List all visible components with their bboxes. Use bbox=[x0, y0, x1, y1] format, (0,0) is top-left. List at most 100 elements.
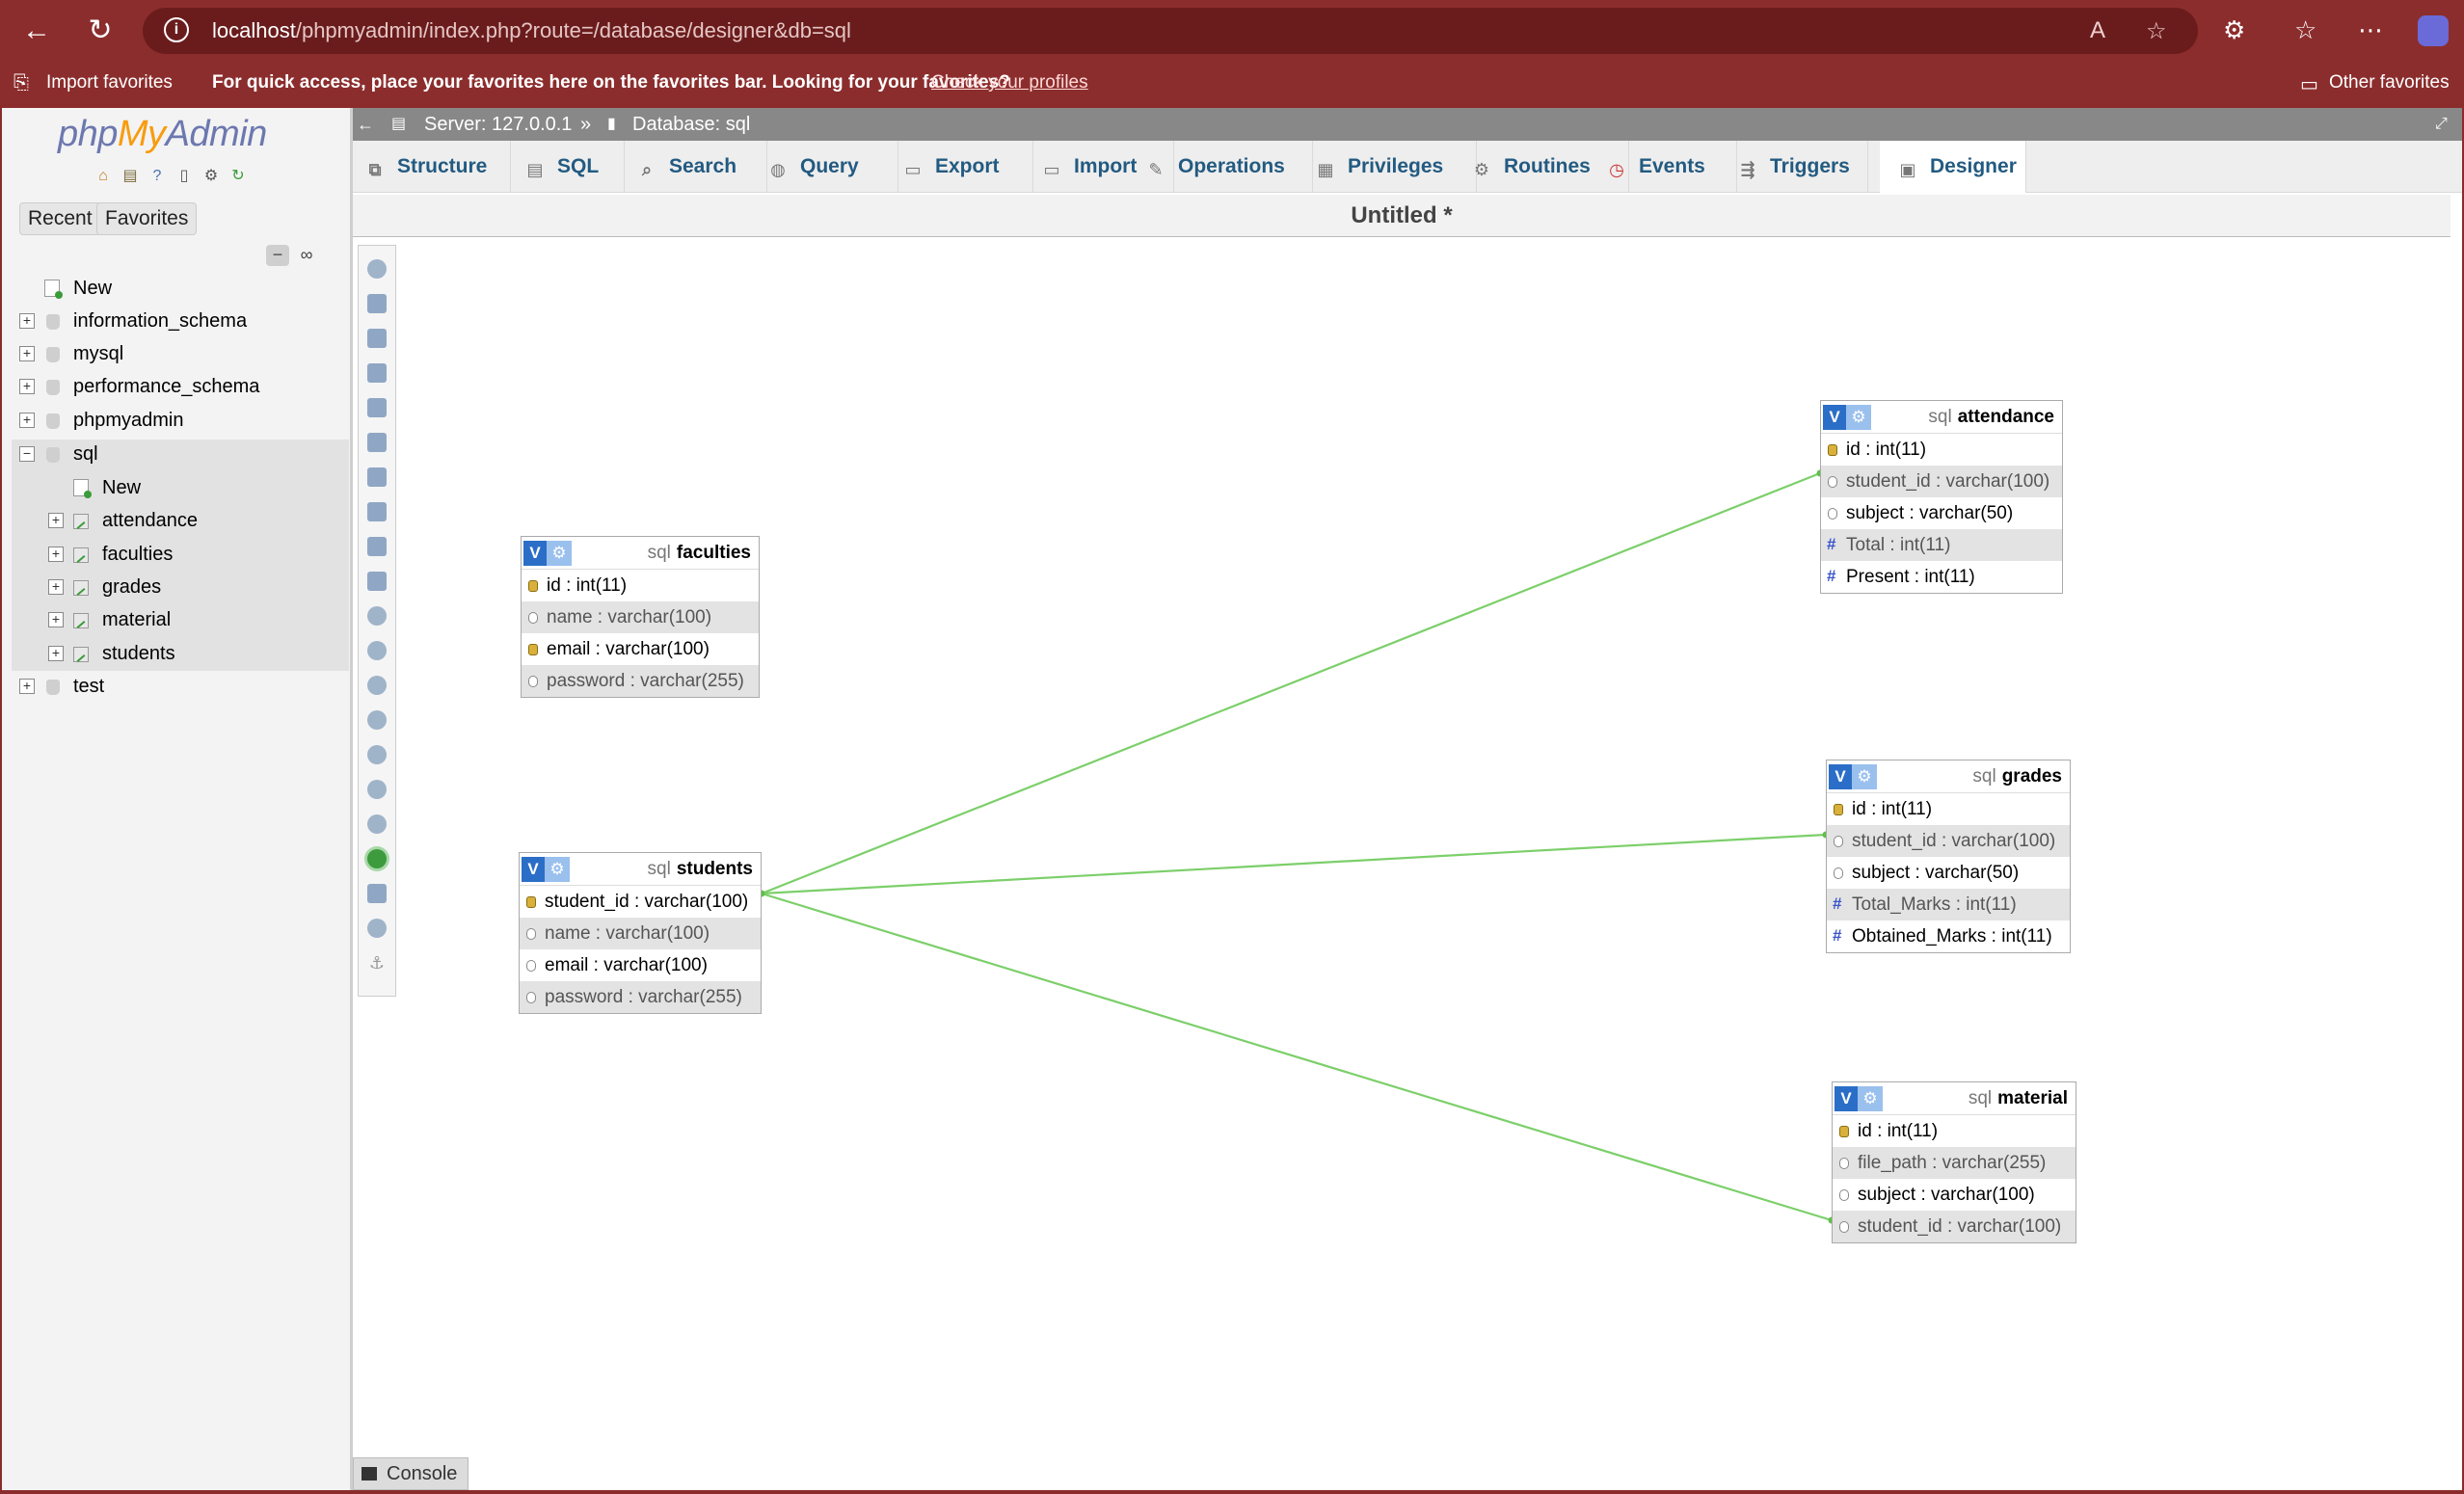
column-row[interactable]: id : int(11) bbox=[522, 570, 759, 601]
column-row[interactable]: name : varchar(100) bbox=[522, 601, 759, 633]
toggle-columns-button[interactable]: V bbox=[522, 857, 545, 882]
column-row[interactable]: # Total_Marks : int(11) bbox=[1827, 889, 2070, 920]
reload-icon[interactable] bbox=[367, 641, 387, 660]
tree-table-attendance[interactable]: + attendance bbox=[48, 504, 198, 537]
save-icon[interactable] bbox=[367, 433, 387, 452]
column-row[interactable]: email : varchar(100) bbox=[520, 949, 761, 981]
tree-db-phpmyadmin[interactable]: + phpmyadmin bbox=[19, 404, 184, 437]
column-row[interactable]: name : varchar(100) bbox=[520, 918, 761, 949]
designer-table-students[interactable]: V ⚙ sql students student_id : varchar(100… bbox=[519, 852, 762, 1014]
anchor-icon[interactable]: ⚓ bbox=[367, 953, 387, 973]
designer-table-attendance[interactable]: V ⚙ sql attendance id : int(11) student_i… bbox=[1820, 400, 2063, 594]
import-favorites-button[interactable]: Import favorites bbox=[46, 72, 173, 93]
phpmyadmin-logo[interactable]: phpMyAdmin bbox=[58, 114, 267, 155]
expand-icon[interactable]: + bbox=[48, 612, 64, 627]
column-row[interactable]: id : int(11) bbox=[1821, 434, 2062, 466]
column-row[interactable]: student_id : varchar(100) bbox=[1821, 466, 2062, 497]
column-row[interactable]: subject : varchar(50) bbox=[1827, 857, 2070, 889]
table-options-icon[interactable]: ⚙ bbox=[545, 857, 570, 882]
toggle-relation-lines-icon[interactable] bbox=[367, 849, 387, 868]
docs-icon[interactable]: ▯ bbox=[174, 166, 195, 187]
angular-links-icon[interactable] bbox=[367, 710, 387, 730]
expand-icon[interactable]: + bbox=[48, 646, 64, 661]
tree-table-grades[interactable]: + grades bbox=[48, 571, 161, 603]
collapse-all-icon[interactable]: − bbox=[266, 245, 289, 266]
delete-page-icon[interactable] bbox=[367, 502, 387, 521]
expand-icon[interactable]: + bbox=[19, 313, 35, 329]
collapse-icon[interactable]: − bbox=[19, 446, 35, 462]
column-row[interactable]: student_id : varchar(100) bbox=[1827, 825, 2070, 857]
tree-db-performance-schema[interactable]: + performance_schema bbox=[19, 370, 259, 403]
table-options-icon[interactable]: ⚙ bbox=[1852, 764, 1877, 789]
table-options-icon[interactable]: ⚙ bbox=[547, 541, 572, 566]
edit-page-icon[interactable] bbox=[367, 398, 387, 417]
expand-icon[interactable]: + bbox=[48, 547, 64, 562]
copilot-icon[interactable] bbox=[2418, 15, 2449, 46]
tree-db-test[interactable]: + test bbox=[19, 670, 104, 703]
column-row[interactable]: # Present : int(11) bbox=[1821, 561, 2062, 593]
console-toggle[interactable]: Console bbox=[353, 1457, 469, 1490]
check-profiles-link[interactable]: Check your profiles bbox=[931, 72, 1088, 93]
column-row[interactable]: password : varchar(255) bbox=[522, 665, 759, 697]
tree-db-sql[interactable]: − sql bbox=[19, 438, 98, 470]
small-big-all-icon[interactable] bbox=[367, 780, 387, 799]
table-options-icon[interactable]: ⚙ bbox=[1846, 405, 1871, 430]
reload-icon[interactable]: ↻ bbox=[228, 166, 249, 187]
designer-table-grades[interactable]: V ⚙ sql grades id : int(11) student_id : … bbox=[1826, 760, 2071, 953]
expand-icon[interactable]: + bbox=[48, 513, 64, 528]
expand-icon[interactable]: + bbox=[19, 346, 35, 361]
column-row[interactable]: id : int(11) bbox=[1827, 793, 2070, 825]
help-icon[interactable] bbox=[367, 676, 387, 695]
new-page-icon[interactable] bbox=[367, 363, 387, 383]
tree-table-material[interactable]: + material bbox=[48, 603, 171, 636]
add-tables-icon[interactable] bbox=[367, 329, 387, 348]
column-row[interactable]: student_id : varchar(100) bbox=[1833, 1211, 2076, 1242]
toggle-columns-button[interactable]: V bbox=[1823, 405, 1846, 430]
designer-table-material[interactable]: V ⚙ sql material id : int(11) file_path :… bbox=[1832, 1081, 2076, 1243]
table-header[interactable]: V ⚙ sql attendance bbox=[1821, 401, 2062, 434]
column-row[interactable]: student_id : varchar(100) bbox=[520, 886, 761, 918]
build-query-icon[interactable] bbox=[367, 919, 387, 938]
export-schema-icon[interactable] bbox=[367, 884, 387, 903]
help-icon[interactable]: ? bbox=[147, 166, 168, 187]
toggle-columns-button[interactable]: V bbox=[1835, 1086, 1858, 1111]
tree-db-information-schema[interactable]: + information_schema bbox=[19, 305, 247, 337]
tree-table-students[interactable]: + students bbox=[48, 637, 175, 670]
column-row[interactable]: # Total : int(11) bbox=[1821, 529, 2062, 561]
toggle-menu-icon[interactable] bbox=[367, 259, 387, 279]
table-header[interactable]: V ⚙ sql students bbox=[520, 853, 761, 886]
designer-table-faculties[interactable]: V ⚙ sql faculties id : int(11) name : var… bbox=[521, 536, 760, 698]
choose-display-column-icon[interactable] bbox=[367, 606, 387, 626]
favorites-icon[interactable]: ☆ bbox=[2294, 13, 2317, 46]
table-header[interactable]: V ⚙ sql faculties bbox=[522, 537, 759, 570]
read-aloud-icon[interactable]: A bbox=[2090, 17, 2105, 44]
column-row[interactable]: # Obtained_Marks : int(11) bbox=[1827, 920, 2070, 952]
create-relation-icon[interactable] bbox=[367, 572, 387, 591]
tree-new-table[interactable]: New bbox=[60, 471, 141, 504]
recent-button[interactable]: Recent bbox=[19, 202, 101, 235]
back-icon[interactable]: ← bbox=[17, 12, 56, 50]
address-bar[interactable]: i localhost/phpmyadmin/index.php?route=/… bbox=[143, 8, 2198, 54]
expand-icon[interactable]: + bbox=[19, 379, 35, 394]
address-url[interactable]: localhost/phpmyadmin/index.php?route=/da… bbox=[212, 18, 851, 43]
extensions-icon[interactable]: ⚙ bbox=[2223, 13, 2245, 46]
settings-icon[interactable]: ⚙ bbox=[201, 166, 222, 187]
more-icon[interactable]: ⋯ bbox=[2358, 13, 2383, 46]
refresh-icon[interactable]: ↻ bbox=[81, 12, 120, 50]
relation-line-grades[interactable] bbox=[761, 833, 1827, 895]
snap-to-grid-icon[interactable] bbox=[367, 745, 387, 764]
column-row[interactable]: subject : varchar(100) bbox=[1833, 1179, 2076, 1211]
favorites-button[interactable]: Favorites bbox=[96, 202, 198, 235]
column-row[interactable]: password : varchar(255) bbox=[520, 981, 761, 1013]
expand-icon[interactable]: + bbox=[19, 679, 35, 694]
favorite-star-icon[interactable]: ☆ bbox=[2146, 17, 2167, 45]
save-as-icon[interactable] bbox=[367, 467, 387, 487]
relation-line-attendance[interactable] bbox=[761, 471, 1821, 895]
column-row[interactable]: id : int(11) bbox=[1833, 1115, 2076, 1147]
column-row[interactable]: email : varchar(100) bbox=[522, 633, 759, 665]
logout-icon[interactable]: ▤ bbox=[120, 166, 141, 187]
toggle-small-big-icon[interactable] bbox=[367, 814, 387, 834]
table-header[interactable]: V ⚙ sql material bbox=[1833, 1082, 2076, 1115]
fullscreen-icon[interactable] bbox=[367, 294, 387, 313]
tree-table-faculties[interactable]: + faculties bbox=[48, 538, 173, 571]
